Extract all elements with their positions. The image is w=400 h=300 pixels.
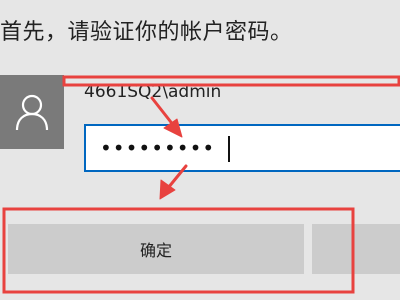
annotation-overlay — [2, 75, 400, 294]
highlight-box-account — [62, 75, 400, 87]
arrow-to-ok-button — [166, 164, 188, 190]
arrow-to-password — [150, 96, 176, 128]
highlight-box-ok — [2, 207, 355, 294]
